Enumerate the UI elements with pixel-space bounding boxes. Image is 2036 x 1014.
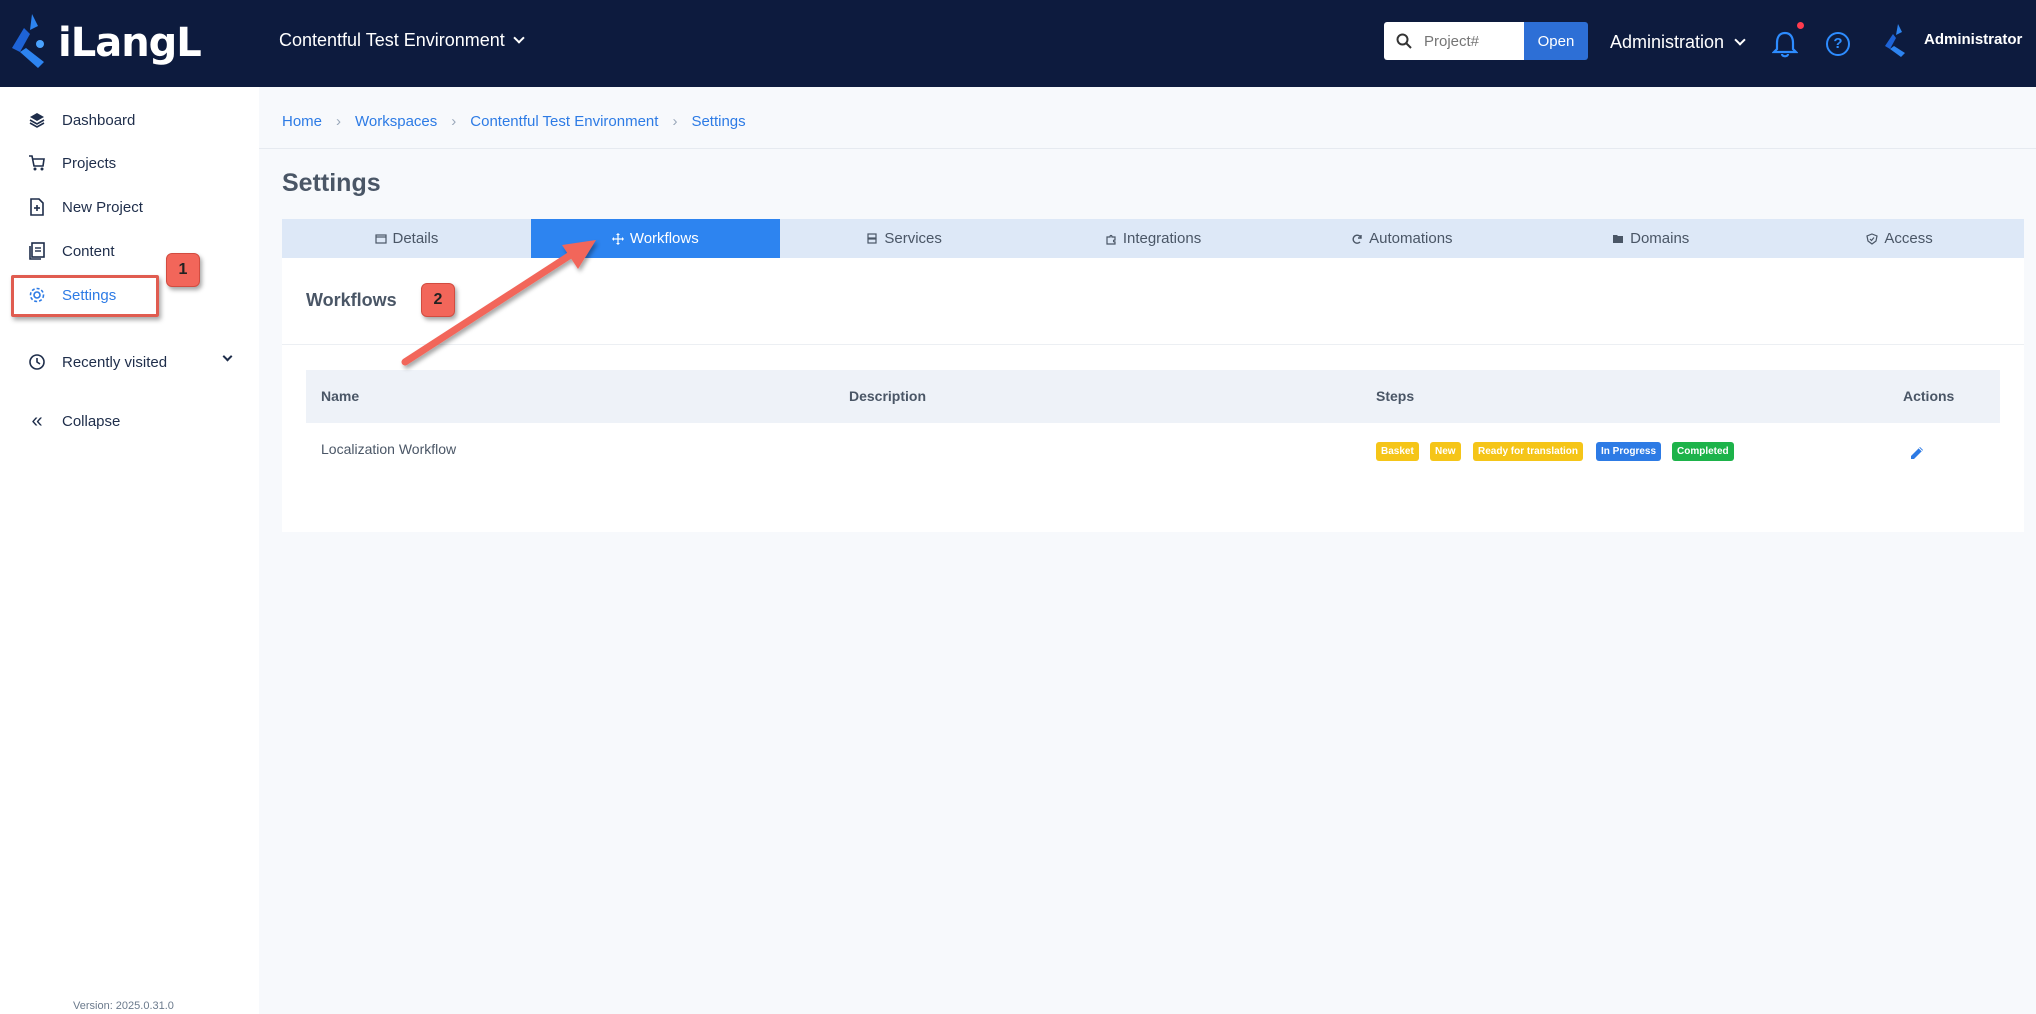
chevron-right-icon: ›	[336, 113, 342, 130]
layers-icon	[29, 113, 45, 128]
settings-highlight-box	[11, 275, 159, 317]
breadcrumb: Home › Workspaces › Contentful Test Envi…	[282, 113, 746, 130]
breadcrumb-workspaces[interactable]: Workspaces	[355, 113, 437, 130]
pencil-icon[interactable]	[1908, 444, 1926, 462]
project-search[interactable]	[1384, 22, 1524, 60]
tab-label: Automations	[1369, 230, 1453, 247]
step-badge: Basket	[1376, 442, 1419, 461]
top-bar: iLangL Contentful Test Environment Open …	[0, 0, 2036, 87]
chevron-down-icon	[222, 351, 233, 362]
sidebar-item-new-project[interactable]: New Project	[28, 195, 143, 219]
tab-label: Services	[884, 230, 942, 247]
tab-domains[interactable]: Domains	[1526, 219, 1775, 258]
documents-icon	[29, 242, 45, 260]
bell-icon[interactable]	[1772, 30, 1798, 58]
workflow-name[interactable]: Localization Workflow	[321, 441, 456, 457]
file-plus-icon	[30, 198, 44, 216]
help-icon[interactable]: ?	[1826, 32, 1850, 56]
sidebar: Dashboard Projects New Project Content S…	[0, 87, 259, 1014]
tab-details[interactable]: Details	[282, 219, 531, 258]
user-avatar-icon[interactable]	[1884, 24, 1912, 58]
divider	[259, 148, 2036, 149]
tab-workflows[interactable]: Workflows	[530, 219, 780, 258]
callout-badge-2: 2	[421, 283, 455, 317]
tab-label: Workflows	[629, 230, 699, 247]
step-badge: New	[1430, 442, 1461, 461]
step-badge: Completed	[1672, 442, 1734, 461]
breadcrumb-settings[interactable]: Settings	[691, 113, 745, 130]
collapse-sidebar-button[interactable]: « Collapse	[28, 409, 120, 433]
tab-integrations[interactable]: Integrations	[1029, 219, 1278, 258]
breadcrumb-environment[interactable]: Contentful Test Environment	[470, 113, 658, 130]
clock-icon	[29, 354, 45, 370]
chevron-right-icon: ›	[672, 113, 678, 130]
puzzle-icon	[1106, 234, 1116, 245]
sidebar-item-label: New Project	[62, 198, 143, 216]
table-header: Name Description Steps Actions	[306, 370, 2000, 423]
refresh-icon	[1352, 233, 1362, 244]
breadcrumb-home[interactable]: Home	[282, 113, 322, 130]
open-project-button[interactable]: Open	[1524, 22, 1588, 60]
administration-label: Administration	[1610, 32, 1725, 52]
page-title: Settings	[282, 169, 381, 197]
logo-text: iLangL	[58, 20, 202, 66]
tab-label: Details	[392, 230, 439, 247]
tab-automations[interactable]: Automations	[1277, 219, 1526, 258]
column-header-actions: Actions	[1903, 388, 1955, 404]
administration-menu[interactable]: Administration	[1610, 32, 1746, 53]
chevron-down-icon	[513, 32, 525, 44]
section-title: Workflows	[306, 290, 397, 310]
move-icon	[611, 232, 624, 245]
sidebar-item-recently-visited[interactable]: Recently visited	[28, 350, 233, 374]
settings-tabs: Details Workflows Services Integrations …	[282, 219, 2024, 258]
column-header-name: Name	[321, 388, 360, 404]
environment-label: Contentful Test Environment	[279, 30, 505, 50]
sidebar-item-label: Recently visited	[62, 353, 168, 371]
search-icon	[1396, 33, 1412, 49]
double-chevron-left-icon: «	[31, 409, 43, 432]
window-icon	[374, 233, 387, 244]
sidebar-item-label: Content	[62, 242, 115, 260]
version-label: Version: 2025.0.31.0	[73, 1000, 174, 1012]
server-icon	[867, 232, 877, 244]
environment-selector[interactable]: Contentful Test Environment	[279, 30, 525, 51]
shield-check-icon	[1866, 232, 1879, 245]
callout-badge-1: 1	[166, 253, 200, 287]
step-badge: In Progress	[1596, 442, 1662, 461]
chevron-right-icon: ›	[451, 113, 457, 130]
tab-label: Domains	[1630, 230, 1690, 247]
workflows-panel: Workflows Name Description Steps Actions…	[282, 258, 2024, 532]
cart-icon	[29, 155, 45, 171]
sidebar-item-projects[interactable]: Projects	[28, 151, 116, 175]
column-header-description: Description	[849, 388, 927, 404]
tab-access[interactable]: Access	[1775, 219, 2024, 258]
tab-label: Integrations	[1122, 230, 1202, 247]
logo-mark-icon	[12, 14, 44, 68]
user-name[interactable]: Administrator	[1924, 31, 2022, 48]
chevron-down-icon	[1734, 34, 1746, 46]
logo[interactable]: iLangL	[10, 12, 202, 74]
step-badge: Ready for translation	[1473, 442, 1584, 461]
sidebar-item-label: Projects	[62, 154, 117, 172]
sidebar-item-label: Collapse	[62, 412, 121, 430]
divider	[282, 344, 2024, 345]
project-search-input[interactable]	[1424, 32, 1514, 50]
sidebar-item-dashboard[interactable]: Dashboard	[28, 108, 135, 132]
tab-services[interactable]: Services	[780, 219, 1029, 258]
sidebar-item-content[interactable]: Content	[28, 239, 115, 263]
tab-label: Access	[1884, 230, 1933, 247]
column-header-steps: Steps	[1376, 388, 1415, 404]
sidebar-item-label: Dashboard	[62, 111, 136, 129]
folder-icon	[1613, 234, 1624, 243]
notification-dot	[1797, 22, 1804, 29]
